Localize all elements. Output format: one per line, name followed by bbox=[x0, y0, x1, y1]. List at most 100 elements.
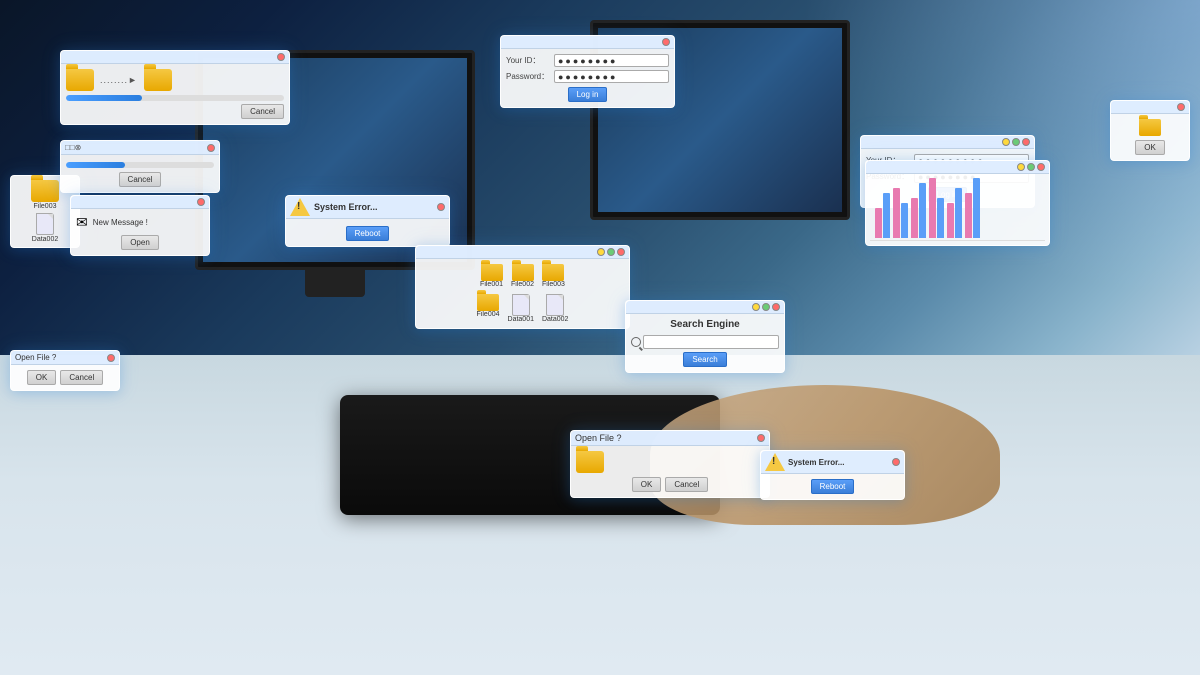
login1-button[interactable]: Log in bbox=[568, 87, 608, 102]
search-input[interactable] bbox=[643, 335, 779, 349]
chart-bar-pink-6 bbox=[965, 193, 972, 238]
list-item[interactable]: File003 bbox=[542, 264, 565, 288]
syserror2-reboot-button[interactable]: Reboot bbox=[811, 479, 855, 494]
openfile-center-close[interactable] bbox=[757, 434, 765, 442]
list-item[interactable]: Data002 bbox=[542, 294, 568, 323]
login2-max[interactable] bbox=[1012, 138, 1020, 146]
login2-close[interactable] bbox=[1022, 138, 1030, 146]
login1-pw-dots: ●●●●●●●● bbox=[558, 72, 618, 82]
ok-right-folder-icon bbox=[1139, 119, 1161, 136]
openfile-left-ok-button[interactable]: OK bbox=[27, 370, 57, 385]
list-item[interactable]: Data001 bbox=[508, 294, 534, 323]
syserror-controls bbox=[437, 203, 445, 211]
syserror2-close[interactable] bbox=[892, 458, 900, 466]
monitor-stand-left bbox=[305, 267, 365, 297]
chart-bar-pink-3 bbox=[911, 198, 918, 238]
filebrowser-close[interactable] bbox=[617, 248, 625, 256]
transfer-arrow: ........► bbox=[100, 75, 138, 85]
folder-file004-label: File004 bbox=[477, 311, 500, 318]
cancel-icons: □□⊗ bbox=[65, 143, 81, 152]
chart-bar-group-5 bbox=[947, 188, 962, 238]
cancel-button[interactable]: Cancel bbox=[119, 172, 162, 187]
chart-bar-blue-6 bbox=[973, 178, 980, 238]
syserror-titlebar: System Error... bbox=[286, 196, 449, 219]
filebrowser-max[interactable] bbox=[607, 248, 615, 256]
search-max[interactable] bbox=[762, 303, 770, 311]
transfer-progress-fill bbox=[66, 95, 142, 101]
chart-close[interactable] bbox=[1037, 163, 1045, 171]
search-button[interactable]: Search bbox=[683, 352, 726, 367]
folder-file002-label: File002 bbox=[511, 281, 534, 288]
cancel-controls bbox=[207, 144, 215, 152]
syserror-reboot-button[interactable]: Reboot bbox=[346, 226, 390, 241]
syserror-close[interactable] bbox=[437, 203, 445, 211]
search-close[interactable] bbox=[772, 303, 780, 311]
filebrowser-min[interactable] bbox=[597, 248, 605, 256]
search-window-title: Search Engine bbox=[631, 319, 779, 330]
chart-bar-blue-3 bbox=[919, 183, 926, 238]
chart-max[interactable] bbox=[1027, 163, 1035, 171]
chart-bar-pink-4 bbox=[929, 178, 936, 238]
syserror2-title: System Error... bbox=[788, 458, 844, 467]
search-min[interactable] bbox=[752, 303, 760, 311]
chart-min[interactable] bbox=[1017, 163, 1025, 171]
openfile-center-cancel-button[interactable]: Cancel bbox=[665, 477, 708, 492]
folder-file004-icon bbox=[477, 294, 499, 311]
chart-bar-group-2 bbox=[893, 188, 908, 238]
ok-right-window: OK bbox=[1110, 100, 1190, 161]
ok-right-button[interactable]: OK bbox=[1135, 140, 1165, 155]
folder-file003b-label: File003 bbox=[542, 281, 565, 288]
list-item[interactable]: File004 bbox=[477, 294, 500, 323]
login2-min[interactable] bbox=[1002, 138, 1010, 146]
ok-right-body: OK bbox=[1111, 114, 1189, 160]
syserror2-body: Reboot bbox=[761, 474, 904, 499]
openfile-center-ok-button[interactable]: OK bbox=[632, 477, 662, 492]
filebrowser-controls bbox=[597, 248, 625, 256]
message-open-button[interactable]: Open bbox=[121, 235, 159, 250]
data001-icon bbox=[512, 294, 530, 316]
login1-id-input[interactable]: ●●●●●●●● bbox=[554, 54, 669, 67]
chart-body bbox=[866, 174, 1049, 245]
login1-window: Your ID： ●●●●●●●● Password： ●●●●●●●● Log… bbox=[500, 35, 675, 108]
login1-close[interactable] bbox=[662, 38, 670, 46]
chart-bar-group-1 bbox=[875, 193, 890, 238]
transfer-controls bbox=[277, 53, 285, 61]
login1-pw-input[interactable]: ●●●●●●●● bbox=[554, 70, 669, 83]
openfile-left-close[interactable] bbox=[107, 354, 115, 362]
syserror2-controls bbox=[892, 458, 900, 466]
openfile-center-title: Open File ? bbox=[575, 433, 622, 443]
login2-controls bbox=[1002, 138, 1030, 146]
syserror-body: Reboot bbox=[286, 219, 449, 246]
data-file-icon bbox=[36, 213, 54, 235]
message-envelope-icon: ✉ bbox=[76, 214, 88, 231]
cancel-close[interactable] bbox=[207, 144, 215, 152]
chart-bar-group-3 bbox=[911, 183, 926, 238]
syserror-warning-icon bbox=[290, 198, 310, 216]
transfer-cancel-button[interactable]: Cancel bbox=[241, 104, 284, 119]
chart-bar-blue-2 bbox=[901, 203, 908, 238]
message-close[interactable] bbox=[197, 198, 205, 206]
openfile-center-body: OK Cancel bbox=[571, 446, 769, 497]
list-item[interactable]: File002 bbox=[511, 264, 534, 288]
openfile-left-title: Open File ? bbox=[15, 353, 56, 362]
folder-file001-label: File001 bbox=[480, 281, 503, 288]
syserror-window: System Error... Reboot bbox=[285, 195, 450, 247]
search-magnifier-icon bbox=[631, 337, 641, 347]
transfer-dest-folder bbox=[144, 69, 172, 91]
ok-right-close[interactable] bbox=[1177, 103, 1185, 111]
ok-right-titlebar bbox=[1111, 101, 1189, 114]
openfile-center-controls bbox=[757, 434, 765, 442]
login1-titlebar bbox=[501, 36, 674, 49]
search-controls bbox=[752, 303, 780, 311]
list-item[interactable]: File001 bbox=[480, 264, 503, 288]
cancel-window: □□⊗ Cancel bbox=[60, 140, 220, 193]
syserror2-window: System Error... Reboot bbox=[760, 450, 905, 500]
chart-bar-blue-1 bbox=[883, 193, 890, 238]
transfer-close[interactable] bbox=[277, 53, 285, 61]
openfile-left-body: OK Cancel bbox=[11, 365, 119, 390]
chart-bar-group-4 bbox=[929, 178, 944, 238]
transfer-body: ........► Cancel bbox=[61, 64, 289, 124]
search-window: Search Engine Search bbox=[625, 300, 785, 373]
chart-bar-pink-1 bbox=[875, 208, 882, 238]
openfile-left-cancel-button[interactable]: Cancel bbox=[60, 370, 103, 385]
